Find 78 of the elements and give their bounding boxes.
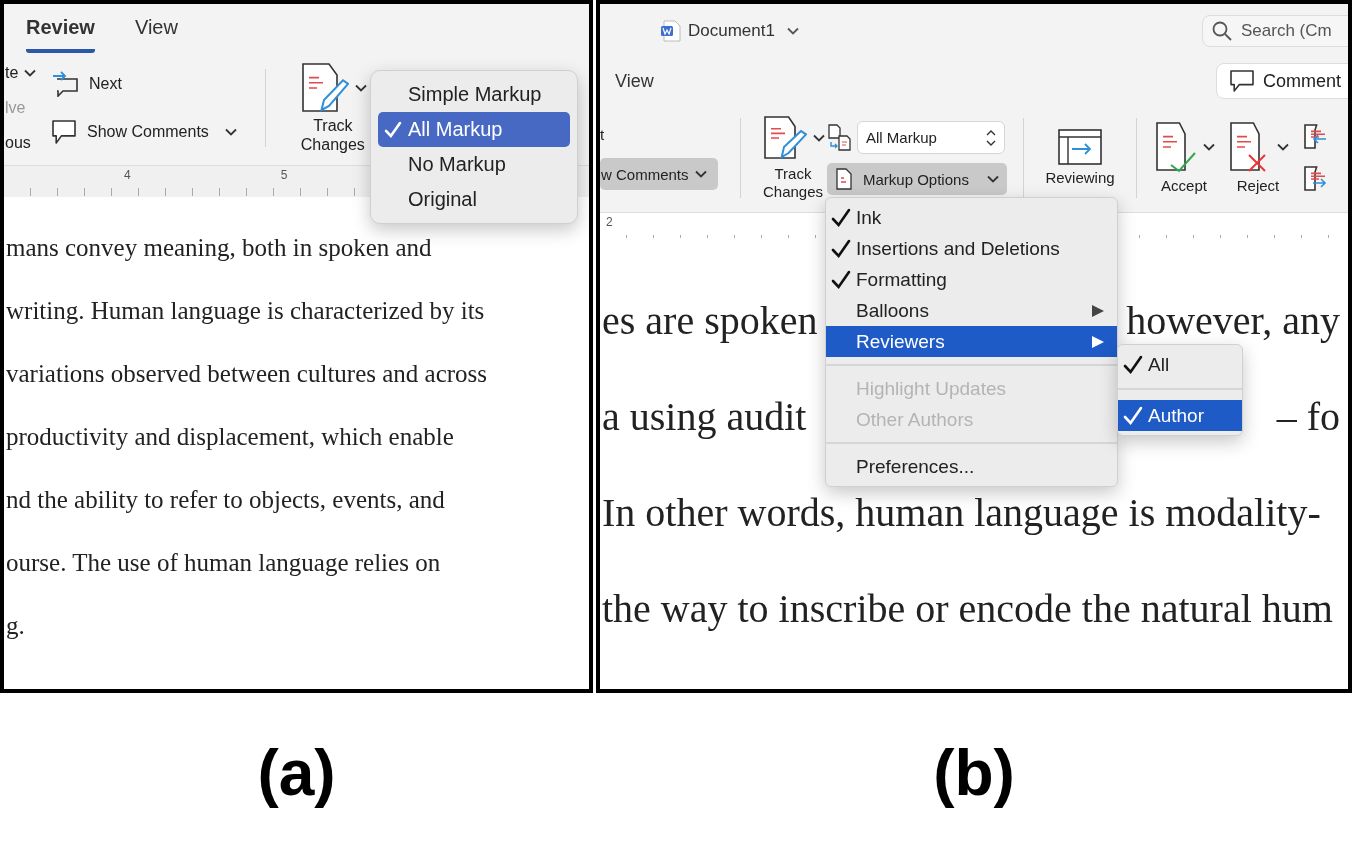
body-text: In other words, human language is modality- <box>602 493 1321 533</box>
body-text-line: variations observed between cultures and across <box>5 359 489 389</box>
chevron-icon <box>1277 143 1289 151</box>
ruler-number: 4 <box>124 167 131 182</box>
ribbon-label[interactable]: te <box>5 63 19 82</box>
chevron-icon <box>813 134 825 142</box>
menu-item[interactable]: Balloons <box>826 295 1117 326</box>
body-text-line: mans convey meaning, both in spoken and <box>5 233 433 263</box>
reviewing-pane-icon <box>1058 129 1102 165</box>
comment-icon <box>51 118 77 145</box>
figure-caption: (b) <box>932 736 1016 811</box>
chevron-icon <box>354 83 367 92</box>
next-change-icon <box>1301 165 1327 193</box>
document-title[interactable]: Document1 <box>688 21 775 41</box>
next-button[interactable]: Next <box>89 74 122 93</box>
ribbon-tab[interactable]: Review <box>26 14 95 53</box>
body-text-line: nd the ability to refer to objects, events, and <box>5 485 446 515</box>
body-text: a using audit <box>602 397 807 437</box>
show-comments-button[interactable]: Show Comments <box>87 122 209 141</box>
previous-change-icon <box>1301 123 1327 151</box>
check-icon <box>831 238 851 259</box>
track-changes-icon <box>761 115 807 161</box>
menu-item[interactable]: Simple Markup <box>378 77 570 112</box>
menu-item[interactable]: Formatting <box>826 264 1117 295</box>
figure-caption: (a) <box>256 736 337 811</box>
reviewing-button[interactable]: Reviewing <box>1045 169 1115 187</box>
ribbon-label[interactable]: ous <box>5 133 31 152</box>
stepper-icon <box>986 128 996 147</box>
document-icon <box>660 20 682 42</box>
submenu-arrow-icon <box>1091 334 1105 349</box>
body-text-line: productivity and displacement, which enable <box>5 422 455 452</box>
markup-select[interactable]: All Markup <box>857 121 1005 154</box>
chevron-icon <box>786 27 799 35</box>
chevron-icon <box>1203 143 1215 151</box>
body-text: however, any <box>1126 301 1340 341</box>
document-icon <box>835 168 853 190</box>
menu-item[interactable]: Reviewers <box>826 326 1117 357</box>
compare-icon <box>827 123 853 152</box>
chevron-icon <box>987 175 999 183</box>
show-comments-button[interactable]: w Comments <box>600 158 718 190</box>
body-text: the way to inscribe or encode the natural hum <box>602 589 1333 629</box>
markup-options-button[interactable]: Markup Options <box>827 163 1007 195</box>
reject-button[interactable]: Reject <box>1236 177 1280 195</box>
menu-item[interactable]: All <box>1118 349 1242 380</box>
check-icon <box>831 269 851 290</box>
check-icon <box>1123 405 1143 426</box>
accept-icon <box>1153 121 1197 173</box>
menu-item[interactable]: Preferences... <box>826 451 1117 482</box>
body-text: es are spoken <box>602 301 818 341</box>
submenu-arrow-icon <box>1091 303 1105 318</box>
body-text-line: writing. Human language is characterized by its <box>5 296 486 326</box>
body-text-line: ourse. The use of human language relies on <box>5 548 442 578</box>
menu-item[interactable]: Insertions and Deletions <box>826 233 1117 264</box>
menu-item[interactable]: All Markup <box>378 112 570 147</box>
check-icon <box>384 120 402 139</box>
search-field[interactable]: Search (Cm <box>1202 15 1348 47</box>
track-changes-button[interactable]: Track Changes <box>757 165 829 201</box>
chevron-icon <box>224 127 237 136</box>
chevron-icon <box>694 170 707 178</box>
menu-item[interactable]: No Markup <box>378 147 570 182</box>
next-comment-icon <box>51 70 79 97</box>
comment-icon <box>1228 69 1255 93</box>
menu-item[interactable]: Author <box>1118 400 1242 431</box>
ruler-number: 5 <box>280 167 288 182</box>
ribbon-tab[interactable]: View <box>615 70 654 92</box>
check-icon <box>831 207 851 228</box>
search-icon <box>1212 21 1232 41</box>
accept-button[interactable]: Accept <box>1161 177 1207 195</box>
ribbon-label: lve <box>5 98 26 117</box>
body-text-line: g. <box>5 611 26 641</box>
menu-item[interactable]: Ink <box>826 202 1117 233</box>
body-text: – fo <box>1276 397 1340 437</box>
check-icon <box>1123 354 1143 375</box>
comments-button[interactable]: Comment <box>1215 63 1348 99</box>
ruler-number: 2 <box>606 214 613 229</box>
menu-item[interactable]: Original <box>378 182 570 217</box>
ribbon-label[interactable]: t <box>600 126 724 144</box>
ribbon-tab[interactable]: View <box>134 14 178 53</box>
